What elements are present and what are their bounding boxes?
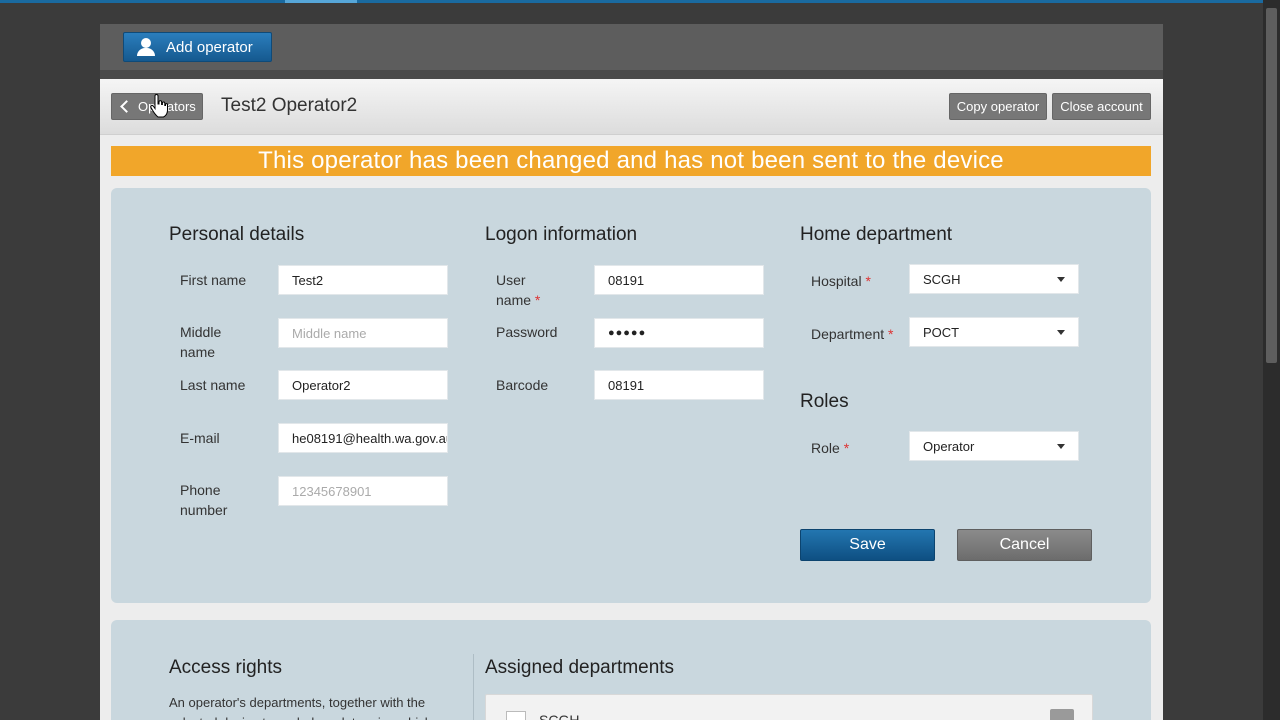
user-icon <box>136 37 156 57</box>
phone-label-line1: Phone <box>180 482 221 498</box>
operator-panel: Operators Test2 Operator2 Copy operator … <box>100 79 1163 720</box>
copy-operator-button[interactable]: Copy operator <box>949 93 1047 120</box>
operator-details-card: Personal details First name Test2 Middle… <box>111 188 1151 603</box>
email-label: E-mail <box>180 430 220 446</box>
department-select[interactable]: POCT <box>909 317 1079 347</box>
email-field[interactable]: he08191@health.wa.gov.au <box>278 423 448 453</box>
personal-details-heading: Personal details <box>169 224 305 245</box>
logon-information-heading: Logon information <box>485 224 638 245</box>
middle-name-label: Middle name <box>180 322 221 362</box>
dropdown-caret-icon <box>1057 276 1065 282</box>
required-marker: * <box>865 273 871 289</box>
app-shell: Add operator Operators Test2 Operator2 C… <box>100 24 1163 720</box>
barcode-label: Barcode <box>496 377 549 393</box>
home-department-heading: Home department <box>800 224 953 245</box>
user-name-label: User name * <box>496 270 540 310</box>
toolbar-separator <box>100 70 1163 79</box>
department-label: Department * <box>811 324 894 344</box>
add-operator-label: Add operator <box>166 38 253 56</box>
top-toolbar: Add operator <box>100 24 1163 70</box>
access-rights-heading: Access rights <box>169 657 282 678</box>
middle-name-label-line1: Middle <box>180 324 222 340</box>
access-rights-description: An operator's departments, together with… <box>169 695 432 720</box>
password-field[interactable]: ●●●●● <box>594 318 764 348</box>
first-name-field[interactable]: Test2 <box>278 265 448 295</box>
close-account-button[interactable]: Close account <box>1052 93 1151 120</box>
middle-name-field[interactable]: Middle name <box>278 318 448 348</box>
role-label: Role * <box>811 438 849 458</box>
dropdown-caret-icon <box>1057 443 1065 449</box>
phone-label-line2: number <box>180 502 228 518</box>
last-name-field[interactable]: Operator2 <box>278 370 448 400</box>
hospital-selected-value: SCGH <box>923 271 961 287</box>
active-tab-indicator <box>285 0 357 3</box>
roles-heading: Roles <box>800 391 849 412</box>
add-operator-button[interactable]: Add operator <box>123 32 272 62</box>
middle-name-label-line2: name <box>180 344 216 360</box>
page-title: Test2 Operator2 <box>221 95 358 116</box>
top-accent-line <box>0 0 1280 3</box>
role-selected-value: Operator <box>923 438 975 454</box>
unsent-changes-banner: This operator has been changed and has n… <box>111 146 1151 176</box>
assigned-departments-list: SCGH <box>485 694 1093 720</box>
department-selected-value: POCT <box>923 324 960 340</box>
hospital-select[interactable]: SCGH <box>909 264 1079 294</box>
section-divider <box>473 654 474 720</box>
department-label-text: Department <box>811 326 885 342</box>
user-name-field[interactable]: 08191 <box>594 265 764 295</box>
assigned-departments-heading: Assigned departments <box>485 657 675 678</box>
role-label-text: Role <box>811 440 840 456</box>
save-button[interactable]: Save <box>800 529 935 561</box>
department-checkbox[interactable] <box>506 711 526 720</box>
department-name: SCGH <box>539 712 580 720</box>
phone-number-label: Phone number <box>180 480 227 520</box>
last-name-label: Last name <box>180 377 246 393</box>
scrollbar-thumb[interactable] <box>1266 8 1277 363</box>
barcode-field[interactable]: 08191 <box>594 370 764 400</box>
phone-number-field[interactable]: 12345678901 <box>278 476 448 506</box>
operator-header: Operators Test2 Operator2 Copy operator … <box>100 79 1163 135</box>
user-name-label-line1: User <box>496 272 526 288</box>
password-label: Password <box>496 324 558 340</box>
hospital-label: Hospital * <box>811 271 871 291</box>
required-marker: * <box>843 440 850 456</box>
hand-cursor-icon <box>150 94 168 118</box>
required-marker: * <box>888 326 894 342</box>
hospital-label-text: Hospital <box>811 273 862 289</box>
first-name-label: First name <box>180 272 247 288</box>
chevron-left-icon <box>120 100 133 113</box>
dropdown-caret-icon <box>1057 329 1065 335</box>
department-remove-button[interactable] <box>1050 709 1074 720</box>
user-name-label-line2: name <box>496 292 532 308</box>
page-scrollbar[interactable] <box>1263 0 1280 720</box>
required-marker: * <box>534 292 541 308</box>
access-rights-card: Access rights An operator's departments,… <box>111 620 1151 720</box>
cancel-button[interactable]: Cancel <box>957 529 1092 561</box>
role-select[interactable]: Operator <box>909 431 1079 461</box>
